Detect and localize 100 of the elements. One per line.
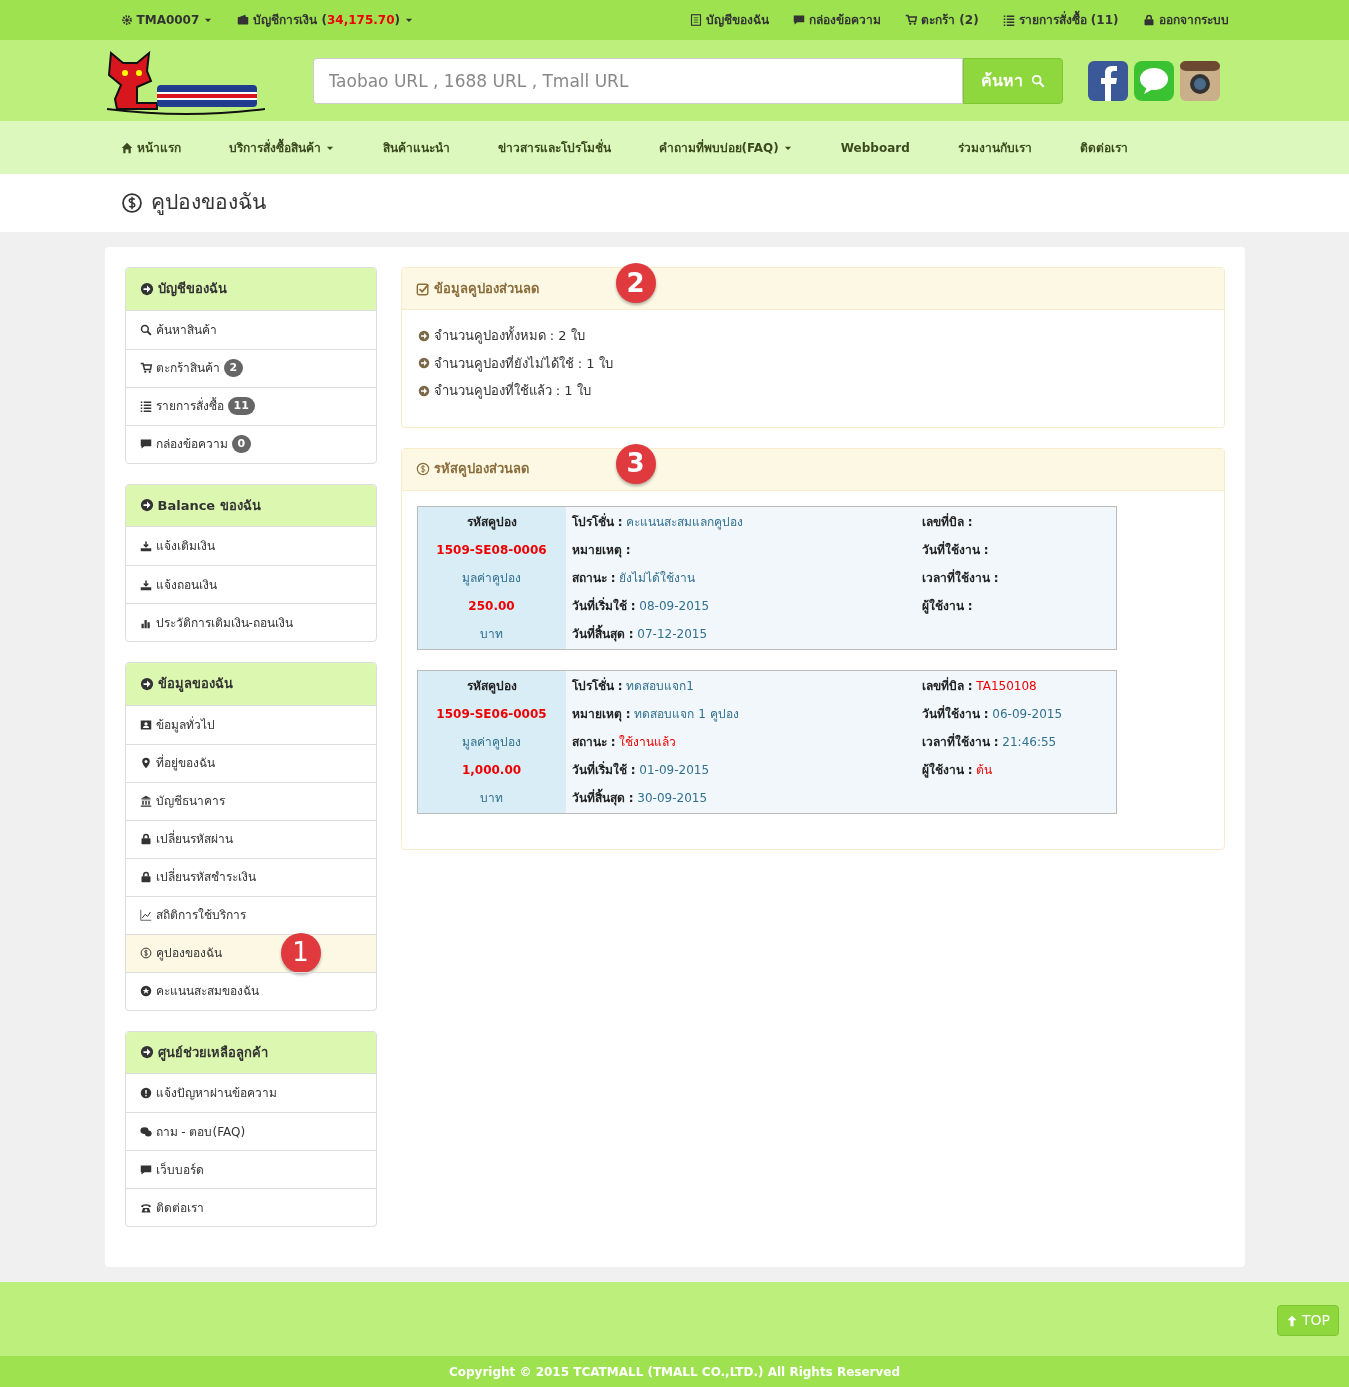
up-arrow-icon [1286, 1314, 1298, 1327]
arrow-circle-icon [139, 498, 154, 513]
number-marker: 1 [280, 932, 321, 973]
sidebar-item[interactable]: แจ้งถอนเงิน [125, 565, 376, 603]
sidebar-item[interactable]: คะแนนสะสมของฉัน [125, 971, 376, 1010]
lock-icon [139, 833, 152, 845]
nav-link[interactable]: ร่วมงานกับเรา [957, 138, 1032, 157]
field-text: โปรโชั่น : คะแนนสะสมแลกคูปอง [571, 512, 745, 531]
home-icon [120, 141, 133, 154]
panel-title: ข้อมูลคูปองส่วนลด [433, 279, 539, 299]
number-marker: 3 [615, 443, 656, 484]
list-icon [1002, 14, 1015, 26]
top-link[interactable]: ตะกร้า (2) [905, 11, 979, 29]
top-link[interactable]: รายการสั่งซื้อ (11) [1002, 11, 1119, 29]
sidebar-item[interactable]: ตะกร้าสินค้า 2 [125, 348, 376, 387]
nav-link[interactable]: ติดต่อเรา [1079, 138, 1128, 157]
page-title: คูปองของฉัน [150, 189, 266, 217]
field-text: เลขที่บิล : [921, 512, 974, 531]
sidebar-item[interactable]: เปลี่ยนรหัสชำระเงิน [125, 857, 376, 896]
search-field[interactable]: Taobao URL , 1688 URL , Tmall URL [312, 57, 963, 104]
coupon-code: 1509-SE08-0006 [435, 541, 548, 559]
bank-icon [139, 795, 152, 807]
panel-title: ศูนย์ช่วยเหลือลูกค้า [157, 1043, 268, 1062]
speech-bubble-icon [139, 438, 152, 450]
sidebar-item[interactable]: กล่องข้อความ 0 [125, 424, 376, 463]
sidebar-item[interactable]: สถิติการใช้บริการ [125, 895, 376, 934]
value-label: มูลค่าคูปอง [461, 733, 522, 751]
speech-bubble-icon [793, 14, 806, 26]
nav-link[interactable]: บริการสั่งซื้อสินค้า [228, 138, 335, 157]
arrow-circle-icon [417, 357, 430, 370]
sidebar-item[interactable]: ข้อมูลทั่วไป [125, 705, 376, 744]
tray-icon [139, 540, 152, 552]
star-circle-icon [139, 985, 152, 997]
field-text: วันที่เริ่มใช้ : 08-09-2015 [571, 596, 711, 615]
facebook-icon[interactable] [1086, 59, 1129, 102]
phone-icon [139, 1201, 152, 1214]
sidebar-item[interactable]: บัญชีธนาคาร [125, 781, 376, 820]
coupon-value: 1,000.00 [460, 761, 523, 779]
nav-link[interactable]: คำถามที่พบบ่อย(FAQ) [658, 138, 793, 157]
coin-icon [415, 462, 430, 476]
sidebar-item[interactable]: เว็บบอร์ด [125, 1150, 376, 1188]
arrow-circle-icon [139, 281, 154, 296]
wallet-menu[interactable]: บัญชีการเงิน (34,175.70) [237, 11, 415, 29]
coin-icon [139, 947, 152, 959]
field-text: เวลาที่ใช้งาน : [921, 568, 999, 587]
arrow-circle-icon [139, 1045, 154, 1060]
count-badge: 2 [223, 358, 244, 378]
field-text: เวลาที่ใช้งาน : 21:46:55 [921, 732, 1058, 751]
panel-title: ข้อมูลของฉัน [157, 675, 233, 694]
sidebar-item[interactable]: ค้นหาสินค้า [125, 310, 376, 349]
search-icon [1030, 73, 1045, 88]
nav-link[interactable]: หน้าแรก [120, 138, 181, 157]
panel-title: Balance ของฉัน [157, 496, 261, 515]
field-text: สถานะ : ยังไม่ได้ใช้งาน [571, 569, 697, 587]
field-text: โปรโชั่น : ทดสอบแจก1 [571, 676, 695, 695]
id-card-icon [139, 718, 152, 731]
nav-link[interactable]: ข่าวสารและโปรโมชั่น [497, 138, 611, 157]
top-link[interactable]: กล่องข้อความ [793, 11, 882, 29]
sidebar-item[interactable]: ถาม - ตอบ(FAQ) [125, 1112, 376, 1150]
cart-icon [139, 362, 152, 374]
sidebar-item[interactable]: แจ้งปัญหาผ่านข้อความ [125, 1074, 376, 1112]
checkbox-icon [415, 281, 430, 296]
lock-icon [1142, 14, 1155, 26]
sidebar-item[interactable]: ประวัติการเติมเงิน-ถอนเงิน [125, 603, 376, 641]
exclamation-icon [139, 1087, 152, 1099]
top-link[interactable]: ออกจากระบบ [1142, 11, 1229, 29]
top-link[interactable]: บัญชีของฉัน [690, 11, 770, 29]
currency-label: บาท [479, 789, 504, 807]
count-badge: 0 [231, 434, 252, 454]
currency-label: บาท [479, 625, 504, 643]
copyright-text: Copyright © 2015 TCATMALL (TMALL CO.,LTD.) All Rights Reserved [0, 1356, 1349, 1387]
user-menu[interactable]: TMA0007 [120, 11, 214, 29]
sidebar-item[interactable]: ที่อยู่ของฉัน [125, 743, 376, 782]
camera-icon[interactable] [1178, 59, 1221, 102]
sidebar-item[interactable]: แจ้งเติมเงิน [125, 527, 376, 565]
summary-line: จำนวนคูปองทั้งหมด : 2 ใบ [433, 326, 585, 346]
list-icon [139, 400, 152, 412]
sidebar-item[interactable]: ติดต่อเรา [125, 1188, 376, 1226]
sidebar-item[interactable]: รายการสั่งซื้อ 11 [125, 386, 376, 425]
coupon-label: รหัสคูปอง [465, 513, 518, 531]
coin-icon [120, 192, 143, 214]
count-badge: 11 [227, 396, 255, 416]
nav-link[interactable]: สินค้าแนะนำ [382, 138, 450, 157]
panel-title: รหัสคูปองส่วนลด [433, 460, 529, 479]
field-text: วันที่ใช้งาน : [921, 540, 990, 559]
summary-line: จำนวนคูปองที่ใช้แล้ว : 1 ใบ [433, 381, 591, 401]
field-text: ผู้ใช้งาน : [921, 597, 974, 615]
speech-bubble-icon [139, 1163, 152, 1176]
arrow-circle-icon [417, 329, 430, 342]
sidebar-item[interactable]: คูปองของฉัน 1 [125, 933, 376, 972]
coupon-label: รหัสคูปอง [465, 677, 518, 695]
field-text: หมายเหตุ : ทดสอบแจก 1 คูปอง [571, 705, 740, 723]
panel-title: บัญชีของฉัน [157, 280, 227, 299]
field-text: วันที่สิ้นสุด : 07-12-2015 [571, 624, 709, 643]
number-marker: 2 [615, 263, 656, 303]
field-text: ผู้ใช้งาน : ต้น [921, 761, 994, 779]
nav-link[interactable]: Webboard [840, 138, 910, 157]
sidebar-item[interactable]: เปลี่ยนรหัสผ่าน [125, 819, 376, 858]
line-chart-icon [139, 909, 152, 921]
tray-icon [139, 578, 152, 591]
